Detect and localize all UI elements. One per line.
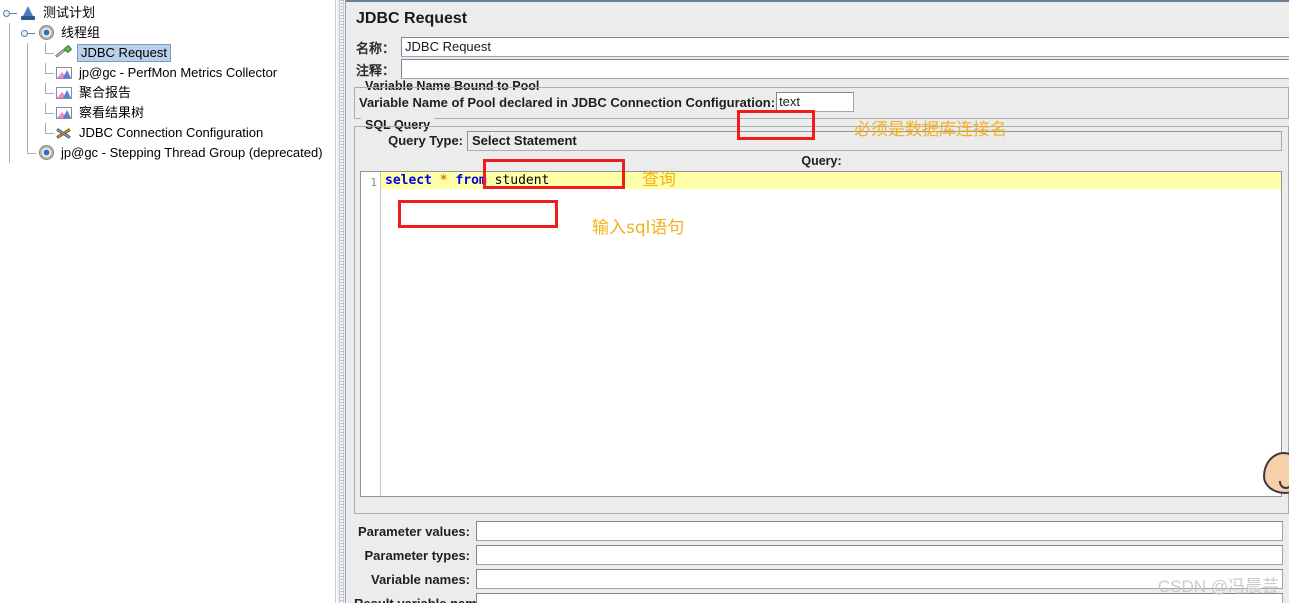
thread-group-icon xyxy=(36,24,56,42)
variable-names-row: Variable names: xyxy=(354,568,1289,590)
query-type-row: Query Type: Select Statement xyxy=(355,126,1288,152)
tree-indent-guide xyxy=(18,43,36,63)
tree-node-perfmon-metrics-collector[interactable]: jp@gc - PerfMon Metrics Collector xyxy=(0,63,335,83)
parameter-types-label: Parameter types: xyxy=(364,547,471,563)
tree-node-thread-group[interactable]: 线程组 xyxy=(0,23,335,43)
parameter-values-row: Parameter values: xyxy=(354,520,1289,542)
name-input[interactable]: JDBC Request xyxy=(401,37,1289,57)
tree-root: 测试计划 线程组 JDBC Request jp@gc - PerfMon Me… xyxy=(0,0,335,163)
jmeter-window: 测试计划 线程组 JDBC Request jp@gc - PerfMon Me… xyxy=(0,0,1289,603)
result-variable-name-label: Result variable name: xyxy=(354,595,489,603)
tree-indent-guide xyxy=(18,103,36,123)
sql-token-keyword: from xyxy=(455,173,487,188)
result-variable-name-input[interactable] xyxy=(476,593,1283,603)
tree-indent-guide xyxy=(36,63,54,83)
sql-token-operator: * xyxy=(439,173,448,188)
editor-text-area[interactable]: select * from student xyxy=(381,172,1281,496)
name-label: 名称： xyxy=(356,40,396,56)
tree-indent-guide xyxy=(18,123,36,143)
config-tools-icon xyxy=(54,124,74,142)
tree-node-jdbc-connection-configuration[interactable]: JDBC Connection Configuration xyxy=(0,123,335,143)
tree-indent-guide xyxy=(0,103,18,123)
tree-indent-guide xyxy=(18,63,36,83)
jdbc-request-editor-panel: JDBC Request 名称： JDBC Request 注释： Variab… xyxy=(346,0,1289,603)
tree-indent-guide xyxy=(36,43,54,63)
pool-variable-row: Variable Name of Pool declared in JDBC C… xyxy=(355,87,1288,117)
test-plan-icon xyxy=(18,4,38,22)
comment-label: 注释： xyxy=(356,62,396,78)
tree-node-label: JDBC Connection Configuration xyxy=(79,125,264,140)
jdbc-request-icon xyxy=(54,44,74,62)
parameter-values-label: Parameter values: xyxy=(357,523,470,539)
editor-current-line[interactable]: select * from student xyxy=(381,172,1281,189)
tree-node-stepping-thread-group[interactable]: jp@gc - Stepping Thread Group (deprecate… xyxy=(0,143,335,163)
query-type-label: Query Type: xyxy=(388,133,463,148)
sql-token-space xyxy=(432,173,440,188)
tree-indent-guide xyxy=(36,103,54,123)
tree-indent-guide xyxy=(0,43,18,63)
tree-indent-guide xyxy=(0,143,18,163)
variable-name-bound-to-pool-group: Variable Name Bound to Pool Variable Nam… xyxy=(354,79,1289,119)
tree-indent-guide xyxy=(0,123,18,143)
tree-node-label: 线程组 xyxy=(61,25,101,40)
parameter-types-input[interactable] xyxy=(476,545,1283,565)
line-number: 1 xyxy=(370,176,377,189)
pool-variable-input[interactable]: text xyxy=(776,92,855,112)
tree-indent-guide xyxy=(0,83,18,103)
tree-indent-guide xyxy=(18,83,36,103)
tree-node-label: 聚合报告 xyxy=(79,85,132,100)
tree-node-label: JDBC Request xyxy=(77,44,171,62)
page-title: JDBC Request xyxy=(346,2,1289,36)
expand-handle-icon[interactable] xyxy=(0,3,18,23)
editor-line-number-gutter: 1 xyxy=(361,172,381,496)
listener-chart-icon xyxy=(54,104,74,122)
parameter-values-input[interactable] xyxy=(476,521,1283,541)
tree-indent-guide xyxy=(36,83,54,103)
tree-node-aggregate-report[interactable]: 聚合报告 xyxy=(0,83,335,103)
tree-indent-guide xyxy=(36,123,54,143)
parameter-fields: Parameter values: Parameter types: Varia… xyxy=(354,520,1289,603)
listener-chart-icon xyxy=(54,84,74,102)
sql-query-group: SQL Query Query Type: Select Statement Q… xyxy=(354,118,1289,514)
tree-node-label: jp@gc - PerfMon Metrics Collector xyxy=(79,65,278,80)
listener-chart-icon xyxy=(54,64,74,82)
test-plan-tree-panel[interactable]: 测试计划 线程组 JDBC Request jp@gc - PerfMon Me… xyxy=(0,0,336,603)
sql-editor[interactable]: 1 select * from student xyxy=(360,171,1282,497)
tree-node-jdbc-request[interactable]: JDBC Request xyxy=(0,43,335,63)
parameter-types-row: Parameter types: xyxy=(354,544,1289,566)
split-pane-grip-icon[interactable] xyxy=(339,0,344,603)
expand-handle-icon[interactable] xyxy=(18,23,36,43)
name-row: 名称： JDBC Request xyxy=(346,36,1289,58)
tree-indent-guide xyxy=(0,63,18,83)
variable-names-label: Variable names: xyxy=(371,571,470,587)
split-pane-divider[interactable] xyxy=(336,0,346,603)
pool-variable-label: Variable Name of Pool declared in JDBC C… xyxy=(359,94,776,110)
thread-group-icon xyxy=(36,144,56,162)
result-variable-name-row: Result variable name: xyxy=(354,592,1289,603)
tree-indent-guide xyxy=(18,143,36,163)
tree-node-label: 测试计划 xyxy=(43,5,96,20)
query-caption-label: Query: xyxy=(801,154,842,168)
cartoon-mouth-icon xyxy=(1279,481,1289,489)
sql-token-identifier: student xyxy=(494,173,550,188)
variable-names-input[interactable] xyxy=(476,569,1283,589)
tree-node-label: 察看结果树 xyxy=(79,105,145,120)
tree-node-label: jp@gc - Stepping Thread Group (deprecate… xyxy=(61,145,323,160)
tree-indent-guide xyxy=(0,23,18,43)
sql-token-space xyxy=(487,173,495,188)
comment-row: 注释： xyxy=(346,58,1289,80)
tree-node-test-plan[interactable]: 测试计划 xyxy=(0,3,335,23)
sql-token-keyword: select xyxy=(385,173,432,188)
query-type-dropdown[interactable]: Select Statement xyxy=(467,130,1282,151)
tree-node-view-results-tree[interactable]: 察看结果树 xyxy=(0,103,335,123)
comment-input[interactable] xyxy=(401,59,1289,79)
